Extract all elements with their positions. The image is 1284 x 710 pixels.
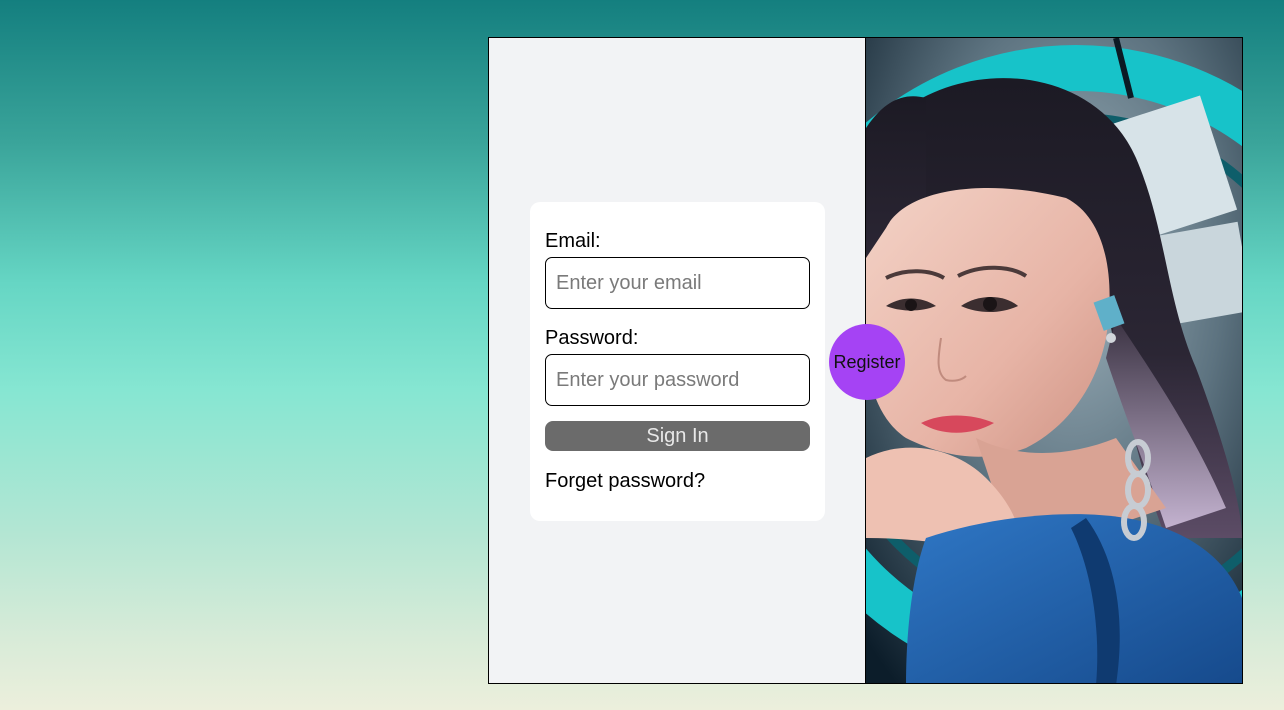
portrait-image <box>866 38 1242 683</box>
email-field[interactable] <box>545 257 810 309</box>
sign-in-button[interactable]: Sign In <box>545 421 810 451</box>
login-form: Email: Password: Sign In Forget password… <box>530 202 825 521</box>
password-field[interactable] <box>545 354 810 406</box>
email-label: Email: <box>545 230 601 252</box>
register-button[interactable]: Register <box>829 324 905 400</box>
auth-container: Email: Password: Sign In Forget password… <box>488 37 1243 684</box>
password-label: Password: <box>545 327 639 349</box>
forget-password-link[interactable]: Forget password? <box>545 470 705 493</box>
login-panel: Email: Password: Sign In Forget password… <box>489 38 866 683</box>
portrait-photo <box>866 38 1242 683</box>
